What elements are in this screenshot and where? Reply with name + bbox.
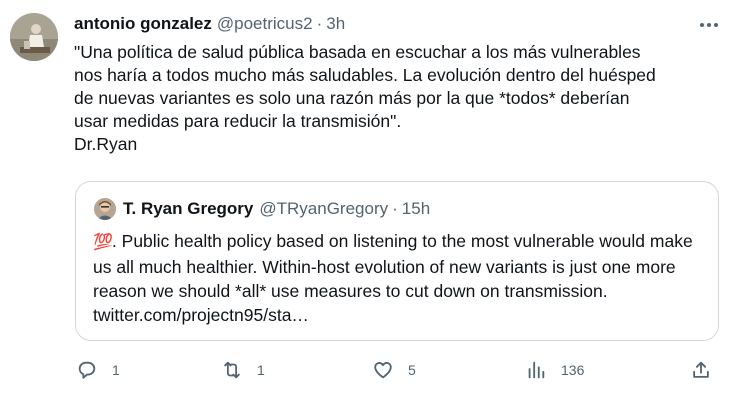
quoted-tweet[interactable]: T. Ryan Gregory @TRyanGregory · 15h 💯. P…	[75, 181, 719, 341]
views-count: 136	[561, 362, 585, 378]
reply-count: 1	[112, 362, 120, 378]
timestamp[interactable]: 3h	[326, 14, 345, 34]
quoted-separator-dot: ·	[392, 199, 398, 218]
like-count: 5	[408, 362, 416, 378]
quoted-avatar	[94, 198, 116, 220]
hundred-points-emoji: 💯	[93, 234, 113, 251]
quoted-timestamp: 15h	[401, 199, 431, 218]
more-dots-icon[interactable]	[697, 16, 721, 34]
tweet-header: antonio gonzalez @poetricus2 · 3h	[74, 12, 345, 36]
views-button[interactable]: 136	[525, 358, 584, 382]
share-button[interactable]	[690, 358, 712, 382]
reply-bubble-icon	[78, 361, 96, 379]
tweet-text: "Una política de salud pública basada en…	[74, 42, 656, 154]
quoted-author-handle: @TRyanGregory	[259, 199, 389, 218]
share-upload-icon	[693, 361, 709, 378]
quoted-author-name: T. Ryan Gregory	[123, 199, 254, 218]
separator-dot: ·	[316, 14, 323, 33]
tweet[interactable]: antonio gonzalez @poetricus2 · 3h "Una p…	[0, 0, 737, 400]
reply-button[interactable]: 1	[76, 358, 120, 382]
quoted-tweet-header: T. Ryan Gregory @TRyanGregory · 15h	[94, 198, 430, 220]
quoted-tweet-text: 💯. Public health policy based on listeni…	[93, 229, 693, 327]
retweet-icon	[224, 361, 240, 379]
action-bar: 1 1 5 136	[76, 358, 716, 382]
avatar[interactable]	[10, 13, 58, 61]
heart-icon	[374, 362, 392, 379]
author-handle[interactable]: @poetricus2	[217, 14, 313, 34]
views-bar-chart-icon	[528, 361, 545, 379]
retweet-button[interactable]: 1	[221, 358, 265, 382]
like-button[interactable]: 5	[372, 358, 416, 382]
quoted-tweet-body: . Public health policy based on listenin…	[93, 231, 693, 325]
retweet-count: 1	[257, 362, 265, 378]
author-name[interactable]: antonio gonzalez	[74, 14, 212, 34]
